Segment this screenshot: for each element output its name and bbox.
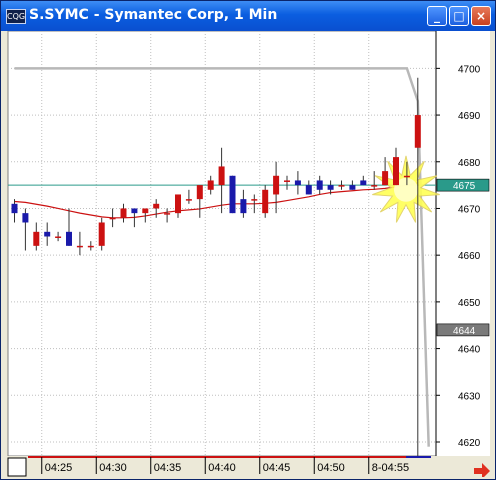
x-tick-label: 8-04:55 <box>372 462 409 474</box>
chart-window: CQG S.SYMC - Symantec Corp, 1 Min _ □ × … <box>0 0 496 480</box>
candle-up <box>98 222 105 246</box>
window-title: S.SYMC - Symantec Corp, 1 Min <box>29 7 278 23</box>
time-axis-panel <box>6 456 490 477</box>
x-tick-label: 04:45 <box>263 462 291 474</box>
candle-up <box>175 194 181 214</box>
candle-up <box>338 185 345 187</box>
candle-up <box>76 245 83 248</box>
price-label-text: 4675 <box>453 181 476 192</box>
candle-up <box>164 213 171 215</box>
close-icon: × <box>475 9 487 23</box>
candle-down <box>22 213 29 223</box>
candle-down <box>229 175 236 214</box>
plot-area <box>7 31 437 457</box>
candle-down <box>360 180 367 186</box>
y-tick-label: 4680 <box>458 158 481 169</box>
price-label-text: 4644 <box>453 326 476 337</box>
title-bar[interactable]: CQG S.SYMC - Symantec Corp, 1 Min _ □ × <box>1 1 495 31</box>
y-tick-label: 4690 <box>458 111 481 122</box>
x-tick-label: 04:35 <box>154 462 182 474</box>
close-button[interactable]: × <box>471 6 491 26</box>
candle-up <box>251 199 258 201</box>
candle-up <box>196 185 203 200</box>
candle-up <box>153 203 160 209</box>
x-tick-label: 04:25 <box>45 462 73 474</box>
candle-down <box>349 185 356 190</box>
price-chart[interactable]: 4620 4630 4640 4650 4660 4670 4680 4690 4700 4675… <box>6 31 490 477</box>
candle-down <box>294 180 301 186</box>
candle-up <box>262 189 269 214</box>
candle-down <box>66 231 72 246</box>
minimize-icon: _ <box>434 9 440 23</box>
candle-up <box>185 199 192 201</box>
candle-up <box>371 185 378 187</box>
candle-up <box>33 231 40 246</box>
y-tick-label: 4650 <box>458 298 481 309</box>
candle-down <box>44 231 51 237</box>
candle-up <box>218 166 225 186</box>
x-tick-label: 04:50 <box>317 462 345 474</box>
candle-down <box>305 185 312 195</box>
candle-up <box>207 180 214 190</box>
maximize-icon: □ <box>453 9 465 23</box>
corner-box <box>7 457 27 477</box>
minimize-button[interactable]: _ <box>427 6 447 26</box>
candle-down <box>316 180 323 190</box>
y-tick-label: 4640 <box>458 345 481 356</box>
y-tick-label: 4620 <box>458 438 481 449</box>
y-tick-label: 4630 <box>458 391 481 402</box>
maximize-button[interactable]: □ <box>449 6 469 26</box>
candle-up <box>120 208 127 218</box>
y-tick-label: 4670 <box>458 204 481 215</box>
y-tick-label: 4660 <box>458 251 481 262</box>
candle-up <box>403 175 410 178</box>
candle-up <box>87 245 94 248</box>
candle-up <box>273 175 280 195</box>
candle-down <box>240 199 247 214</box>
candle-up <box>55 236 62 238</box>
candle-down <box>327 185 334 190</box>
candle-up <box>284 180 290 182</box>
candle-down <box>11 203 18 214</box>
x-tick-label: 04:40 <box>208 462 236 474</box>
candle-up <box>382 171 389 186</box>
chart-app-icon[interactable]: CQG <box>6 9 26 24</box>
x-tick-label: 04:30 <box>99 462 127 474</box>
candle-up <box>142 208 149 214</box>
candle-up <box>109 217 116 220</box>
candle-down <box>131 208 138 214</box>
candle-up <box>393 157 399 186</box>
candle-up <box>414 115 421 148</box>
y-tick-label: 4700 <box>458 64 481 75</box>
